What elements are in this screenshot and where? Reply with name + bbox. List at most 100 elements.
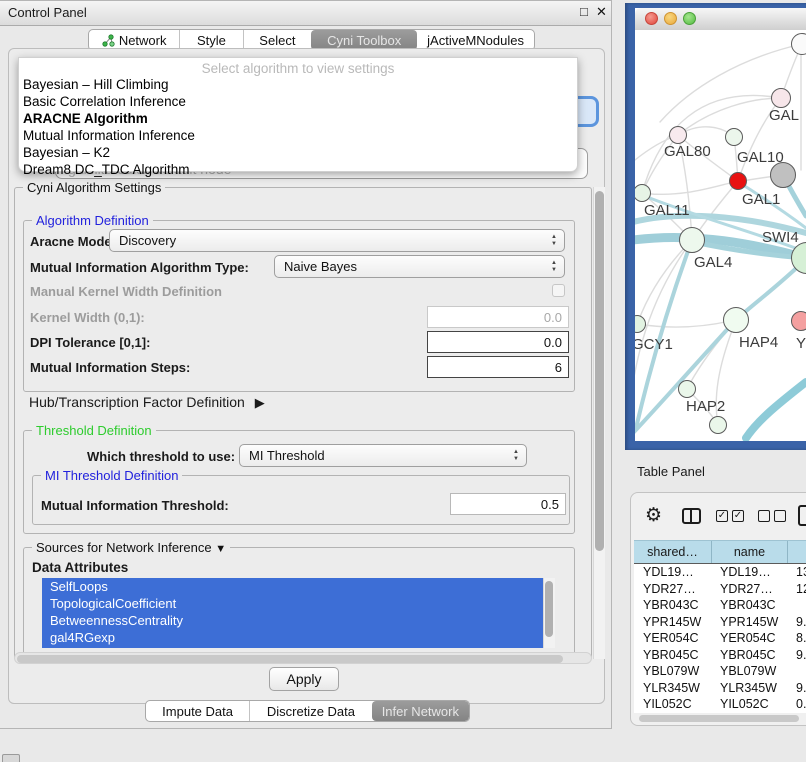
table-row[interactable]: YLR345WYLR345W9. [634, 680, 806, 697]
network-edge[interactable] [746, 382, 806, 438]
table-row[interactable]: YDL19…YDL19…13 [634, 564, 806, 581]
column-header[interactable]: A [787, 541, 806, 563]
node-gal4[interactable] [679, 227, 705, 253]
sources-group-title[interactable]: Sources for Network Inference ▼ [32, 540, 230, 555]
algorithm-option[interactable]: Mutual Information Inference [19, 127, 577, 144]
algorithm-option[interactable]: Basic Correlation Inference [19, 93, 577, 110]
checked-checkbox-icon[interactable]: ✓ [732, 510, 744, 522]
list-scrollbar-track[interactable] [543, 578, 555, 648]
collapse-arrow-icon[interactable]: ▼ [215, 543, 226, 555]
tab-cyni-toolbox[interactable]: Cyni Toolbox [311, 30, 417, 50]
table-cell: 9. [787, 647, 806, 664]
threshold-definition-title: Threshold Definition [32, 423, 156, 438]
table-panel: ⚙ ✓ ✓ shared…nameAYDL19…YDL19…13YDR27…YD… [630, 492, 806, 726]
tab-discretize-data-label: Discretize Data [267, 704, 355, 719]
network-window-titlebar[interactable] [635, 8, 806, 31]
zoom-traffic-light[interactable] [683, 12, 696, 25]
algorithm-option-selected[interactable]: ARACNE Algorithm [19, 110, 577, 127]
list-scrollbar-thumb[interactable] [545, 581, 553, 637]
list-item[interactable]: gal4RGexp [42, 629, 554, 646]
node[interactable] [709, 416, 727, 434]
hub-definition-label: Hub/Transcription Factor Definition [29, 394, 245, 410]
node-hap4[interactable] [723, 307, 749, 333]
network-edge[interactable] [642, 183, 730, 194]
list-item[interactable]: BetweennessCentrality [42, 612, 554, 629]
table-cell: 9. [787, 680, 806, 697]
aracne-mode-combobox[interactable]: Discovery ▲▼ [109, 229, 565, 252]
node[interactable] [791, 33, 806, 55]
tab-network[interactable]: Network [89, 30, 179, 50]
settings-hscrollbar-thumb[interactable] [17, 655, 563, 663]
column-header[interactable]: shared… [634, 541, 711, 563]
aracne-mode-label: Aracne Mode: [30, 234, 116, 249]
network-edge[interactable] [637, 321, 730, 327]
hub-definition-expander[interactable]: Hub/Transcription Factor Definition ▶ [29, 394, 265, 411]
table-hscrollbar-thumb[interactable] [639, 715, 799, 722]
gear-icon[interactable]: ⚙ [645, 504, 662, 527]
algorithm-option[interactable]: Bayesian – K2 [19, 144, 577, 161]
settings-scrollbar-thumb[interactable] [595, 191, 604, 551]
collapsed-panel-handle[interactable] [2, 754, 20, 762]
dpi-tolerance-field[interactable]: 0.0 [427, 331, 569, 353]
split-columns-icon[interactable] [682, 508, 701, 524]
node-gal1[interactable] [729, 172, 747, 190]
expander-arrow-icon[interactable]: ▶ [255, 395, 265, 410]
node-label: SWI4 [762, 229, 799, 246]
table-row[interactable]: YIL052CYIL052C0. [634, 696, 806, 713]
float-window-icon[interactable]: □ [580, 4, 588, 19]
apply-button[interactable]: Apply [269, 667, 339, 691]
node-gal80[interactable] [669, 126, 687, 144]
close-traffic-light[interactable] [645, 12, 658, 25]
mi-type-combobox[interactable]: Naive Bayes ▲▼ [274, 255, 565, 278]
table-row[interactable]: YBL079WYBL079W [634, 663, 806, 680]
kernel-width-field[interactable]: 0.0 [427, 306, 569, 328]
settings-hscrollbar-track[interactable] [14, 652, 592, 664]
node-gal10[interactable] [725, 128, 743, 146]
which-threshold-combobox[interactable]: MI Threshold ▲▼ [239, 444, 527, 467]
table-cell: 8. [787, 630, 806, 647]
settings-scrollbar-track[interactable] [593, 187, 605, 659]
table-cell: YBR045C [711, 647, 787, 664]
stepper-arrows-icon: ▲▼ [513, 449, 519, 463]
table-cell: YER054C [711, 630, 787, 647]
table-row[interactable]: YDR27…YDR27…12 [634, 581, 806, 598]
list-item[interactable]: TopologicalCoefficient [42, 595, 554, 612]
manual-kernel-checkbox[interactable] [552, 284, 565, 297]
node-y[interactable] [791, 311, 806, 331]
close-icon[interactable]: ✕ [596, 4, 607, 20]
node-label: GCY1 [635, 336, 673, 353]
table-cell: YIL052C [711, 696, 787, 713]
list-item[interactable]: SelfLoops [42, 578, 554, 595]
tab-impute-data[interactable]: Impute Data [146, 701, 249, 721]
data-attributes-label: Data Attributes [32, 560, 128, 575]
algorithm-option[interactable]: Dream8 DC_TDC Algorithm [19, 161, 577, 178]
table-row[interactable]: YBR045CYBR045C9. [634, 647, 806, 664]
which-threshold-label: Which threshold to use: [87, 449, 235, 464]
table-row[interactable]: YBR043CYBR043C [634, 597, 806, 614]
algorithm-dropdown-placeholder: Select algorithm to view settings [19, 61, 577, 76]
checked-checkbox-icon[interactable]: ✓ [716, 510, 728, 522]
unchecked-checkbox-icon[interactable] [774, 510, 786, 522]
tab-discretize-data[interactable]: Discretize Data [249, 701, 372, 721]
tab-style[interactable]: Style [179, 30, 242, 50]
table-row[interactable]: YER054CYER054C8. [634, 630, 806, 647]
control-panel-titlebar[interactable]: Control Panel □ ✕ [0, 1, 611, 26]
node[interactable] [770, 162, 796, 188]
unchecked-checkbox-icon[interactable] [758, 510, 770, 522]
table-row[interactable]: YPR145WYPR145W9. [634, 614, 806, 631]
node-hap2[interactable] [678, 380, 696, 398]
new-table-icon[interactable] [798, 505, 806, 526]
mi-steps-field[interactable]: 6 [427, 356, 569, 378]
tab-infer-network[interactable]: Infer Network [372, 701, 469, 721]
mi-threshold-field[interactable]: 0.5 [450, 493, 566, 515]
network-canvas[interactable]: GALGAL80GAL10GAL1GAL11SWI4GAL4GCY1HAP4YH… [635, 30, 806, 441]
algorithm-option[interactable]: Bayesian – Hill Climbing [19, 76, 577, 93]
table-cell: YDL19… [634, 564, 711, 581]
tab-select[interactable]: Select [243, 30, 312, 50]
node-gal[interactable] [771, 88, 791, 108]
tab-jactivemnodules[interactable]: jActiveMNodules [417, 30, 534, 50]
table-toolbar: ⚙ ✓ ✓ [631, 493, 806, 540]
column-header[interactable]: name [711, 541, 787, 563]
minimize-traffic-light[interactable] [664, 12, 677, 25]
table-cell: YBR045C [634, 647, 711, 664]
